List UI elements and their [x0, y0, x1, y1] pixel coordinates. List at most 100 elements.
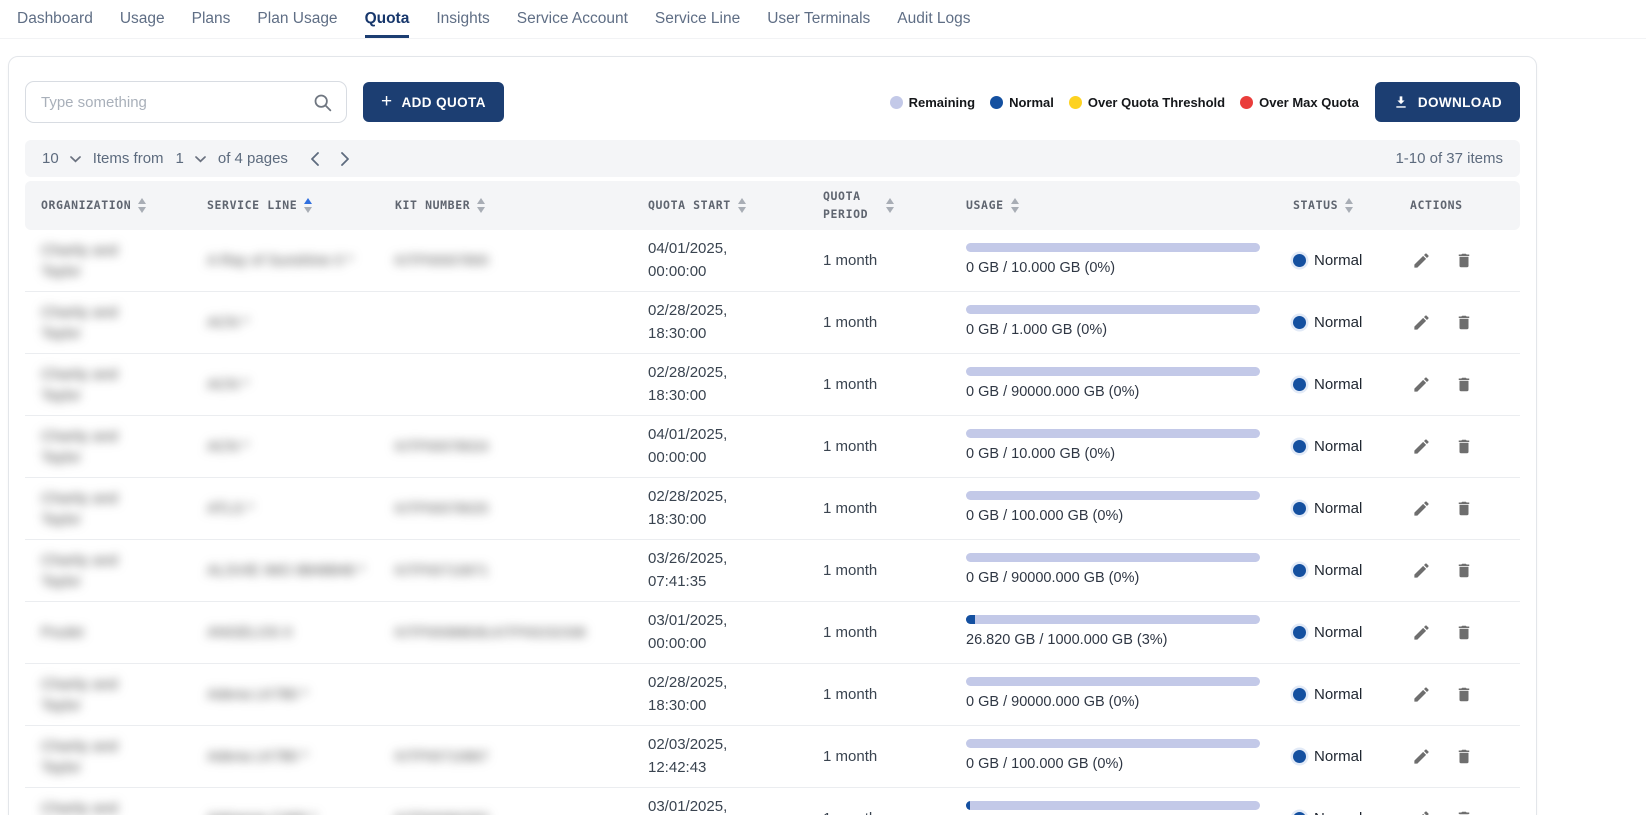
edit-icon[interactable]	[1412, 499, 1431, 518]
delete-icon[interactable]	[1455, 313, 1473, 332]
search-input[interactable]	[41, 94, 312, 111]
actions-cell	[1394, 313, 1520, 332]
edit-icon[interactable]	[1412, 809, 1431, 815]
quota-start-cell: 02/28/2025,18:30:00	[632, 354, 807, 415]
quota-period-cell: 1 month	[807, 428, 950, 465]
delete-icon[interactable]	[1455, 623, 1473, 642]
legend-item: Remaining	[890, 95, 975, 110]
organization-cell: Charity and Taylor	[25, 790, 191, 815]
delete-icon[interactable]	[1455, 375, 1473, 394]
service-line-cell: Adena LK780 *	[191, 738, 379, 775]
sort-arrows-icon[interactable]	[1345, 198, 1353, 213]
legend-dot-icon	[990, 96, 1003, 109]
status-cell: Normal	[1277, 738, 1394, 775]
column-header-service-line[interactable]: SERVICE LINE	[191, 191, 379, 220]
table-row: Charity and Taylor A Ray of Sunshine II …	[25, 230, 1520, 292]
usage-cell: 0 GB / 90000.000 GB (0%)	[950, 359, 1277, 410]
quota-start-cell: 04/01/2025,00:00:00	[632, 416, 807, 477]
quota-start-cell: 03/01/2025,00:00:00	[632, 788, 807, 815]
service-line-cell: ACN *	[191, 304, 379, 341]
column-header-quota-period[interactable]: QUOTA PERIOD	[807, 182, 950, 229]
edit-icon[interactable]	[1412, 437, 1431, 456]
delete-icon[interactable]	[1455, 747, 1473, 766]
nav-item-audit-logs[interactable]: Audit Logs	[897, 0, 970, 38]
add-quota-button[interactable]: + ADD QUOTA	[363, 82, 504, 122]
add-quota-label: ADD QUOTA	[402, 95, 486, 110]
sort-arrows-icon[interactable]	[304, 198, 312, 213]
kit-number-cell: KITP00007800	[379, 243, 632, 279]
kit-number-cell	[379, 687, 632, 703]
nav-item-plan-usage[interactable]: Plan Usage	[257, 0, 337, 38]
nav-item-usage[interactable]: Usage	[120, 0, 165, 38]
table-row: Charity and Taylor ACN * 02/28/2025,18:3…	[25, 292, 1520, 354]
next-page-button[interactable]	[341, 152, 350, 166]
sort-arrows-icon[interactable]	[886, 198, 894, 213]
column-header-kit-number[interactable]: KIT NUMBER	[379, 191, 632, 220]
page-size-select[interactable]: 10	[42, 150, 81, 167]
edit-icon[interactable]	[1412, 685, 1431, 704]
search-box[interactable]	[25, 81, 347, 123]
table-row: Charity and Taylor ALSVIE IMO 8848848 * …	[25, 540, 1520, 602]
status-cell: Normal	[1277, 676, 1394, 713]
delete-icon[interactable]	[1455, 809, 1473, 815]
delete-icon[interactable]	[1455, 251, 1473, 270]
table-row: Charity and Taylor ACN * 02/28/2025,18:3…	[25, 354, 1520, 416]
organization-cell: Charity and Taylor	[25, 418, 191, 476]
table-row: Poulet ANGELOS II KITP00088836,KITP00232…	[25, 602, 1520, 664]
actions-cell	[1394, 561, 1520, 580]
column-header-usage[interactable]: USAGE	[950, 191, 1277, 220]
usage-bar	[966, 243, 1260, 252]
nav-item-quota[interactable]: Quota	[365, 0, 410, 38]
delete-icon[interactable]	[1455, 561, 1473, 580]
actions-cell	[1394, 747, 1520, 766]
delete-icon[interactable]	[1455, 437, 1473, 456]
delete-icon[interactable]	[1455, 685, 1473, 704]
quota-period-cell: 1 month	[807, 304, 950, 341]
organization-cell: Charity and Taylor	[25, 232, 191, 290]
nav-item-service-account[interactable]: Service Account	[517, 0, 628, 38]
edit-icon[interactable]	[1412, 313, 1431, 332]
table-body: Charity and Taylor A Ray of Sunshine II …	[25, 230, 1520, 815]
kit-number-cell: KITP00084263	[379, 801, 632, 815]
usage-cell: 0 GB / 90000.000 GB (0%)	[950, 669, 1277, 720]
quota-start-cell: 03/26/2025,07:41:35	[632, 540, 807, 601]
items-from-label: Items from	[93, 150, 164, 167]
top-nav: Dashboard Usage Plans Plan Usage Quota Insigh…	[0, 0, 1646, 39]
column-header-organization[interactable]: ORGANIZATION	[25, 191, 191, 220]
edit-icon[interactable]	[1412, 251, 1431, 270]
kit-number-cell	[379, 377, 632, 393]
edit-icon[interactable]	[1412, 561, 1431, 580]
sort-arrows-icon[interactable]	[138, 198, 146, 213]
legend-item: Over Max Quota	[1240, 95, 1359, 110]
delete-icon[interactable]	[1455, 499, 1473, 518]
legend-item: Over Quota Threshold	[1069, 95, 1225, 110]
download-button[interactable]: DOWNLOAD	[1375, 82, 1520, 122]
sort-arrows-icon[interactable]	[738, 198, 746, 213]
nav-item-insights[interactable]: Insights	[436, 0, 489, 38]
sort-arrows-icon[interactable]	[1011, 198, 1019, 213]
quota-start-cell: 02/28/2025,18:30:00	[632, 292, 807, 353]
download-icon	[1393, 94, 1409, 110]
status-dot	[1293, 378, 1306, 391]
table-row: Charity and Taylor ATLS * KITP00078025 0…	[25, 478, 1520, 540]
edit-icon[interactable]	[1412, 747, 1431, 766]
edit-icon[interactable]	[1412, 375, 1431, 394]
edit-icon[interactable]	[1412, 623, 1431, 642]
status-cell: Normal	[1277, 366, 1394, 403]
column-header-status[interactable]: STATUS	[1277, 191, 1394, 220]
status-dot	[1293, 440, 1306, 453]
nav-item-dashboard[interactable]: Dashboard	[17, 0, 93, 38]
usage-label: 0 GB / 90000.000 GB (0%)	[966, 692, 1271, 712]
sort-arrows-icon[interactable]	[477, 198, 485, 213]
nav-item-user-terminals[interactable]: User Terminals	[767, 0, 870, 38]
search-icon[interactable]	[312, 92, 333, 113]
usage-legend: RemainingNormalOver Quota ThresholdOver …	[890, 95, 1359, 110]
page-select[interactable]: 1	[176, 150, 206, 167]
nav-item-plans[interactable]: Plans	[192, 0, 231, 38]
pagination-bar: 10 Items from 1 of 4 pages 1-10 of 37 it…	[25, 140, 1520, 177]
prev-page-button[interactable]	[310, 152, 319, 166]
status-cell: Normal	[1277, 800, 1394, 815]
column-header-quota-start[interactable]: QUOTA START	[632, 191, 807, 220]
organization-cell: Charity and Taylor	[25, 542, 191, 600]
nav-item-service-line[interactable]: Service Line	[655, 0, 740, 38]
